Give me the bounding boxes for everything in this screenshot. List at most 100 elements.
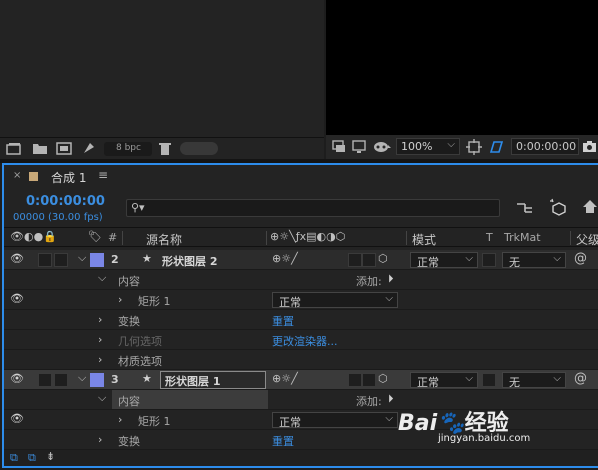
always-preview-icon[interactable] — [332, 140, 346, 154]
eye-icon[interactable]: 👁 — [10, 292, 24, 305]
preserve-transparency-switch[interactable] — [482, 373, 496, 387]
shape-group-name[interactable]: 矩形 1 — [138, 413, 171, 429]
shape-group-name[interactable]: 矩形 1 — [138, 293, 171, 309]
switch-cell[interactable] — [362, 373, 376, 387]
region-of-interest-icon[interactable] — [466, 139, 482, 155]
mask-visibility-icon[interactable] — [373, 140, 393, 154]
composition-flowchart-icon[interactable] — [516, 201, 534, 215]
composition-viewer[interactable] — [326, 0, 598, 135]
reset-link[interactable]: 重置 — [272, 313, 294, 329]
bpc-label: 8 bpc — [116, 143, 141, 153]
lock-switch[interactable] — [54, 373, 68, 387]
shape-blend-value: 正常 — [279, 296, 301, 309]
shape-group-row[interactable]: 👁 › 矩形 1 正常 ⌵ — [4, 290, 598, 310]
column-parent[interactable]: 父级 — [576, 231, 598, 248]
column-source-name[interactable]: 源名称 — [146, 231, 182, 248]
column-preserve-transparency[interactable]: T — [486, 231, 493, 244]
eye-icon[interactable]: 👁 — [10, 372, 24, 385]
eye-icon[interactable]: 👁 — [10, 252, 24, 265]
switches-column-icons[interactable]: ⊕☼╲ƒx▤◐◑⬡ — [270, 230, 345, 243]
switch-cell[interactable] — [362, 253, 376, 267]
zoom-dropdown[interactable]: 100% ⌵ — [396, 138, 460, 155]
chevron-down-icon[interactable]: ⌵ — [98, 391, 106, 405]
layer-switches[interactable]: ⊕☼╱ — [272, 372, 298, 385]
layer-row[interactable]: 👁 ⌵ 2 ★ 形状图层 2 ⊕☼╱ ⬡ 正常 ⌵ 无 ⌵ @ — [4, 250, 598, 270]
3d-layer-icon[interactable]: ⬡ — [378, 252, 388, 265]
add-play-icon[interactable]: ⏵ — [388, 392, 394, 406]
project-toolbar: 8 bpc — [0, 137, 324, 159]
switch-cell[interactable] — [348, 373, 362, 387]
panel-menu-icon[interactable]: ≡ — [98, 168, 108, 182]
preserve-transparency-switch[interactable] — [482, 253, 496, 267]
column-mode[interactable]: 模式 — [412, 231, 436, 248]
chevron-right-icon[interactable]: › — [98, 353, 102, 366]
property-group-row[interactable]: › 材质选项 — [4, 350, 598, 370]
motion-blur-icon[interactable] — [582, 198, 598, 216]
3d-layer-icon[interactable]: ⬡ — [378, 372, 388, 385]
chevron-right-icon[interactable]: › — [98, 313, 102, 326]
monitor-icon[interactable] — [352, 140, 366, 154]
trkmat-dropdown[interactable]: 无 ⌵ — [502, 372, 566, 389]
timeline-search-input[interactable]: ⚲▾ — [126, 199, 500, 217]
close-icon[interactable]: × — [13, 170, 21, 181]
property-group-row[interactable]: › 几何选项 更改渲染器... — [4, 330, 598, 350]
lock-switch[interactable] — [54, 253, 68, 267]
column-header-row: 👁◐●🔒 🏷 # 源名称 ⊕☼╲ƒx▤◐◑⬡ 模式 T TrkMat 父级 — [4, 227, 598, 247]
shape-blend-dropdown[interactable]: 正常 ⌵ — [272, 292, 398, 309]
label-color-swatch[interactable] — [90, 373, 104, 387]
folder-icon[interactable] — [32, 142, 48, 155]
eye-icon[interactable]: 👁 — [10, 412, 24, 425]
transfer-controls-toggle-icon[interactable]: ⧉ — [28, 451, 36, 465]
chevron-down-icon[interactable]: ⌵ — [98, 271, 106, 285]
layer-switches-toggle-icon[interactable]: ⧉ — [10, 451, 18, 465]
visibility-column-icons[interactable]: 👁◐●🔒 — [10, 230, 57, 243]
watermark-logo: Bai🐾经验 jingyan.baidu.com — [398, 405, 568, 445]
current-time-display[interactable]: 0:00:00:00 — [26, 194, 105, 209]
chevron-down-icon[interactable]: ⌵ — [78, 371, 86, 385]
parent-pickwhip-icon[interactable]: @ — [574, 371, 587, 386]
label-color-swatch[interactable] — [90, 253, 104, 267]
draft-3d-icon[interactable] — [549, 198, 569, 216]
project-panel — [0, 0, 324, 137]
column-divider — [406, 231, 407, 245]
chevron-right-icon[interactable]: › — [118, 293, 122, 306]
solo-switch[interactable] — [38, 373, 52, 387]
parent-pickwhip-icon[interactable]: @ — [574, 251, 587, 266]
tab-composition[interactable]: 合成 1 — [51, 169, 86, 186]
layer-switches[interactable]: ⊕☼╱ — [272, 252, 298, 265]
blend-mode-dropdown[interactable]: 正常 ⌵ — [410, 372, 478, 389]
reset-link[interactable]: 重置 — [272, 433, 294, 449]
new-composition-icon[interactable] — [56, 142, 72, 155]
layer-row[interactable]: 👁 ⌵ 3 ★ 形状图层 1 ⊕☼╱ ⬡ 正常 ⌵ 无 ⌵ @ — [4, 370, 598, 390]
in-out-toggle-icon[interactable]: ⇟ — [46, 450, 55, 463]
blend-mode-dropdown[interactable]: 正常 ⌵ — [410, 252, 478, 269]
switch-cell[interactable] — [348, 253, 362, 267]
layer-name-edit-box[interactable]: 形状图层 1 — [160, 371, 266, 389]
change-renderer-link[interactable]: 更改渲染器... — [272, 333, 338, 349]
chevron-right-icon[interactable]: › — [98, 333, 102, 346]
pen-nib-icon[interactable] — [82, 141, 96, 155]
project-scroll-thumb[interactable] — [180, 142, 218, 155]
timeline-bottom-bar: ⧉ ⧉ ⇟ — [4, 450, 598, 466]
layer-name[interactable]: 形状图层 2 — [162, 253, 217, 269]
property-group-row[interactable]: › 变换 重置 — [4, 310, 598, 330]
snapshot-camera-icon[interactable] — [582, 140, 598, 154]
transparency-grid-icon[interactable] — [488, 139, 504, 155]
shape-blend-dropdown[interactable]: 正常 ⌵ — [272, 412, 398, 429]
chevron-right-icon[interactable]: › — [98, 433, 102, 446]
property-group-row[interactable]: ⌵ 内容 添加: ⏵ — [4, 270, 598, 290]
column-number[interactable]: # — [108, 231, 117, 244]
chevron-right-icon[interactable]: › — [118, 413, 122, 426]
shape-blend-value: 正常 — [279, 416, 301, 429]
layer-name[interactable]: 形状图层 1 — [165, 373, 220, 389]
column-trkmat[interactable]: TrkMat — [504, 231, 541, 244]
chevron-down-icon[interactable]: ⌵ — [78, 251, 86, 265]
interpret-footage-icon[interactable] — [6, 142, 22, 155]
label-column-icon[interactable]: 🏷 — [88, 230, 102, 243]
solo-switch[interactable] — [38, 253, 52, 267]
add-play-icon[interactable]: ⏵ — [388, 272, 394, 286]
trkmat-dropdown[interactable]: 无 ⌵ — [502, 252, 566, 269]
trash-icon[interactable] — [158, 141, 172, 156]
bpc-badge[interactable]: 8 bpc — [104, 142, 152, 156]
viewer-timecode-field[interactable]: 0:00:00:00 — [511, 138, 579, 155]
